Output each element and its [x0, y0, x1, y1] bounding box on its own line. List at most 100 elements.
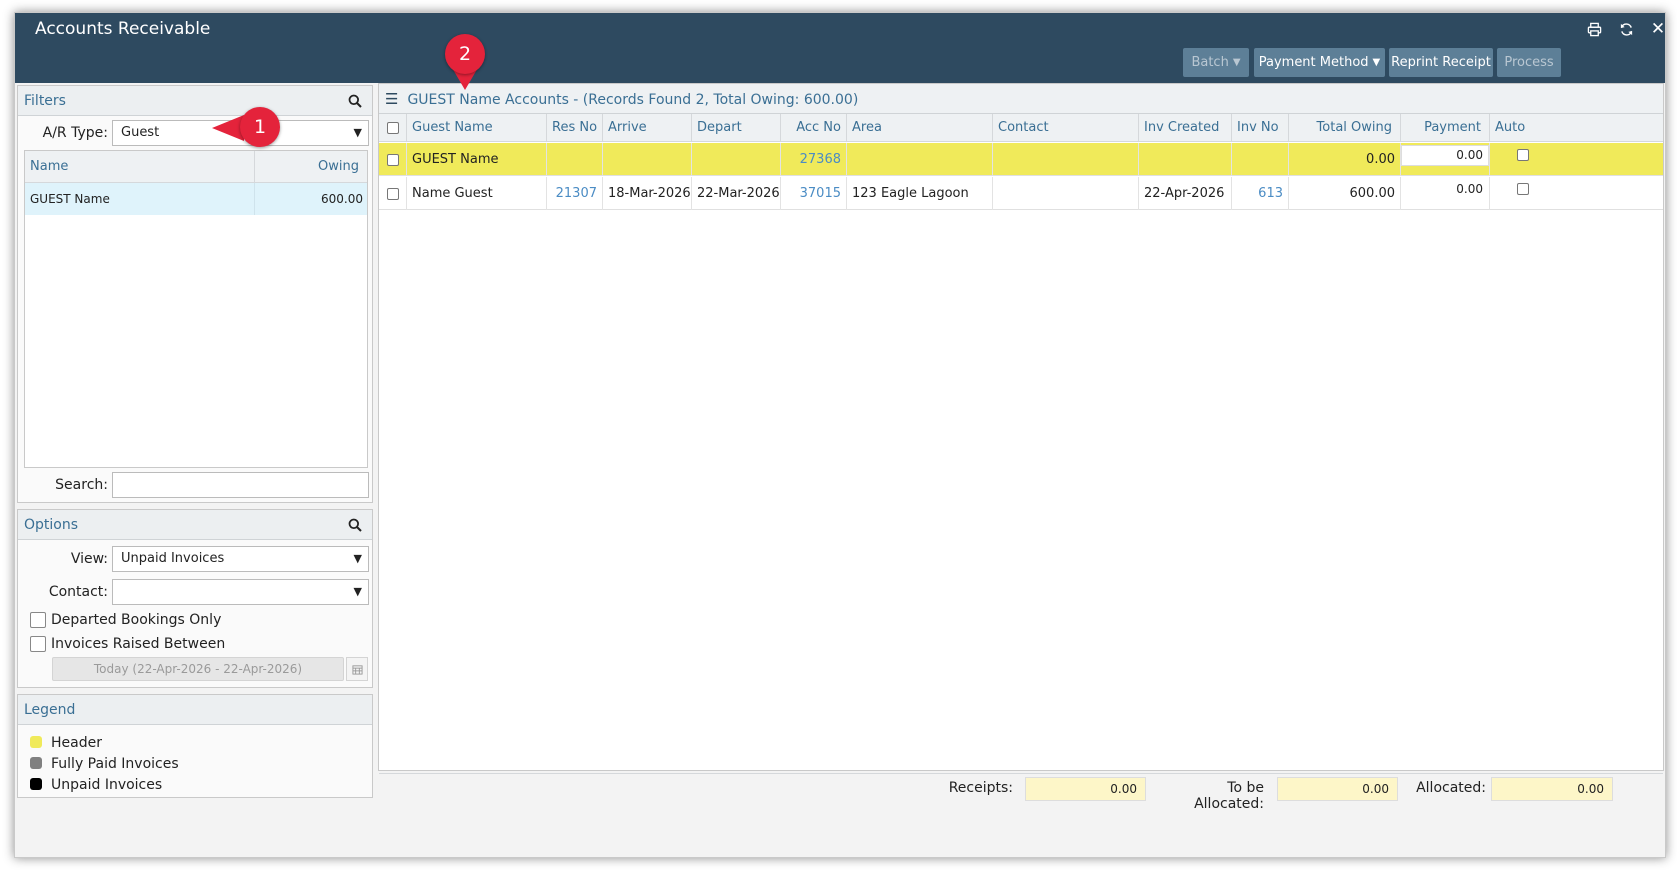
ar-type-value: Guest: [121, 125, 160, 140]
select-all-cell: [379, 114, 407, 142]
col-area[interactable]: Area: [847, 114, 993, 142]
owing-column-header[interactable]: Owing: [255, 151, 368, 183]
invoices-raised-label: Invoices Raised Between: [51, 636, 226, 652]
list-item-owing: 600.00: [321, 192, 363, 206]
col-arrive[interactable]: Arrive: [603, 114, 692, 142]
row-checkbox[interactable]: [387, 188, 399, 200]
cell-arrive: 18-Mar-2026: [603, 177, 692, 210]
name-column-header[interactable]: Name: [25, 151, 255, 183]
col-res-no[interactable]: Res No: [547, 114, 603, 142]
col-contact[interactable]: Contact: [993, 114, 1139, 142]
cell-contact: [993, 177, 1139, 210]
cell-depart: [692, 143, 781, 176]
cell-contact: [993, 143, 1139, 176]
window-title: Accounts Receivable: [35, 19, 211, 39]
reprint-receipt-button[interactable]: Reprint Receipt: [1389, 48, 1493, 77]
payment-input[interactable]: 0.00: [1401, 145, 1489, 166]
legend-title: Legend: [24, 702, 76, 718]
col-guest-name[interactable]: Guest Name: [407, 114, 547, 142]
options-panel: Options View: Unpaid Invoices ▼ Contact:…: [17, 509, 373, 688]
cell-auto: [1490, 177, 1663, 210]
col-inv-no[interactable]: Inv No: [1232, 114, 1289, 142]
account-list: Name Owing GUEST Name 600.00: [24, 150, 368, 468]
cell-acc-no-link[interactable]: 37015: [781, 177, 847, 210]
invoices-raised-checkbox[interactable]: [30, 636, 46, 652]
departed-bookings-checkbox[interactable]: [30, 612, 46, 628]
cell-guest-name: Name Guest: [407, 177, 547, 210]
payment-input[interactable]: 0.00: [1401, 179, 1489, 200]
auto-checkbox[interactable]: [1517, 183, 1529, 195]
cell-inv-no: [1232, 143, 1289, 176]
chevron-down-icon: ▼: [353, 552, 362, 565]
payment-method-button[interactable]: Payment Method ▼: [1254, 48, 1385, 77]
table-row-header[interactable]: GUEST Name 27368 0.00 0.00: [379, 143, 1663, 176]
receipts-value: 0.00: [1025, 777, 1146, 801]
cell-res-no-link[interactable]: 21307: [547, 177, 603, 210]
col-payment[interactable]: Payment: [1401, 114, 1490, 142]
print-icon[interactable]: [1583, 18, 1605, 40]
options-header: Options: [18, 510, 372, 540]
grid-header-bar: ☰ GUEST Name Accounts - (Records Found 2…: [379, 84, 1663, 114]
callout-badge-2: 2: [445, 34, 485, 74]
table-row[interactable]: Name Guest 21307 18-Mar-2026 22-Mar-2026…: [379, 177, 1663, 210]
cell-area: 123 Eagle Lagoon: [847, 177, 993, 210]
title-bar: Accounts Receivable ✕ Batch ▼ Payment Met…: [15, 13, 1665, 83]
to-be-allocated-label: To be Allocated:: [1194, 780, 1264, 812]
chevron-down-icon: ▼: [353, 585, 362, 598]
menu-icon[interactable]: ☰: [385, 84, 403, 114]
filters-header: Filters: [18, 86, 372, 116]
row-select-cell: [379, 177, 407, 210]
ar-type-label: A/R Type:: [42, 125, 108, 141]
search-input[interactable]: [112, 472, 369, 498]
select-all-checkbox[interactable]: [387, 122, 399, 134]
calendar-icon[interactable]: [346, 657, 368, 681]
col-acc-no[interactable]: Acc No: [781, 114, 847, 142]
cell-total-owing: 600.00: [1289, 177, 1401, 210]
close-icon[interactable]: ✕: [1647, 18, 1669, 40]
col-auto[interactable]: Auto: [1490, 114, 1663, 142]
header-legend-swatch: [30, 736, 42, 748]
callout-badge-1: 1: [240, 107, 280, 147]
list-item[interactable]: GUEST Name 600.00: [25, 183, 367, 215]
header-legend-label: Header: [51, 735, 102, 751]
account-list-header: Name Owing: [25, 151, 367, 183]
cell-total-owing: 0.00: [1289, 143, 1401, 176]
date-range-input[interactable]: Today (22-Apr-2026 - 22-Apr-2026): [52, 657, 344, 681]
filters-panel: Filters A/R Type: Guest ▼ Name Owing GUE…: [17, 85, 373, 503]
batch-button[interactable]: Batch ▼: [1183, 48, 1249, 77]
cell-inv-created: [1139, 143, 1232, 176]
view-label: View:: [70, 551, 108, 567]
legend-panel: Legend Header Fully Paid Invoices Unpaid…: [17, 694, 373, 798]
cell-acc-no-link[interactable]: 27368: [781, 143, 847, 176]
list-item-name: GUEST Name: [25, 183, 255, 215]
cell-area: [847, 143, 993, 176]
cell-inv-created: 22-Apr-2026: [1139, 177, 1232, 210]
grid-column-headers: Guest Name Res No Arrive Depart Acc No A…: [379, 114, 1663, 142]
process-button[interactable]: Process: [1497, 48, 1561, 77]
cell-inv-no-link[interactable]: 613: [1232, 177, 1289, 210]
cell-arrive: [603, 143, 692, 176]
row-checkbox[interactable]: [387, 154, 399, 166]
allocated-value: 0.00: [1491, 777, 1613, 801]
payment-method-label: Payment Method: [1258, 55, 1369, 70]
search-label: Search:: [55, 477, 108, 493]
auto-checkbox[interactable]: [1517, 149, 1529, 161]
col-inv-created[interactable]: Inv Created: [1139, 114, 1232, 142]
cell-res-no: [547, 143, 603, 176]
search-icon[interactable]: [348, 86, 362, 119]
row-select-cell: [379, 143, 407, 176]
search-icon[interactable]: [348, 510, 362, 543]
departed-bookings-label: Departed Bookings Only: [51, 612, 222, 628]
col-total-owing[interactable]: Total Owing: [1289, 114, 1401, 142]
view-value: Unpaid Invoices: [121, 551, 225, 566]
view-select[interactable]: Unpaid Invoices ▼: [112, 546, 369, 572]
unpaid-legend-label: Unpaid Invoices: [51, 777, 163, 793]
col-depart[interactable]: Depart: [692, 114, 781, 142]
refresh-icon[interactable]: [1615, 18, 1637, 40]
footer-divider: [379, 773, 1663, 774]
cell-auto: [1490, 143, 1663, 176]
contact-select[interactable]: ▼: [112, 579, 369, 605]
allocated-label: Allocated:: [1416, 780, 1486, 796]
filters-title: Filters: [24, 93, 66, 109]
to-be-allocated-value: 0.00: [1277, 777, 1398, 801]
